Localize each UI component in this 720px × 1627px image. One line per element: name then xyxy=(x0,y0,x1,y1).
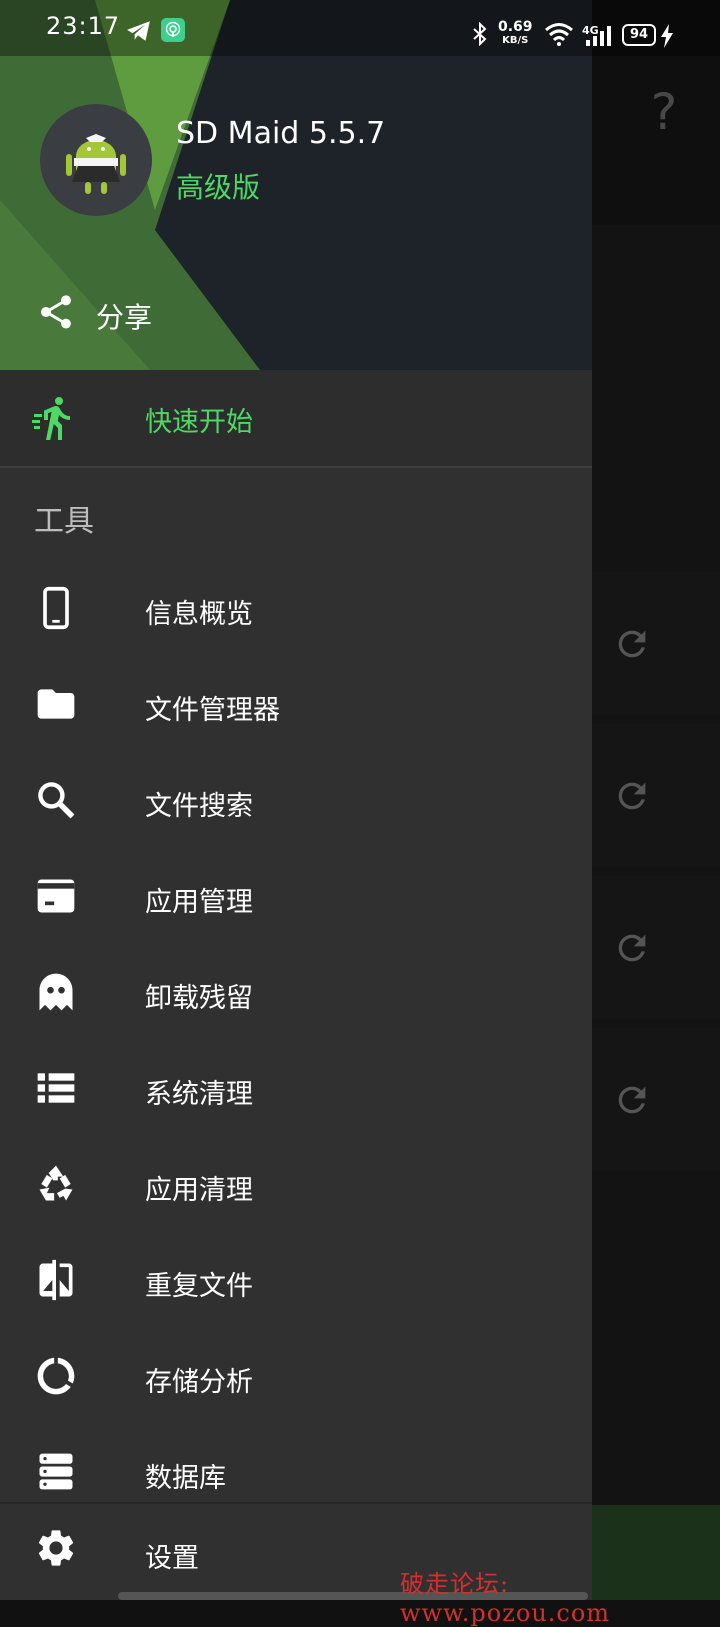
drawer-item-label: 系统清理 xyxy=(145,1079,253,1110)
drawer-item-duplicates[interactable]: 重复文件 xyxy=(0,1234,592,1330)
drawer-item-label: 卸载残留 xyxy=(145,983,253,1014)
app-box-icon xyxy=(37,879,75,913)
drawer-item-file-manager[interactable]: 文件管理器 xyxy=(0,658,592,754)
drawer-item-label: 应用管理 xyxy=(145,887,253,918)
list-icon xyxy=(37,1073,75,1103)
drawer-item-app-manager[interactable]: 应用管理 xyxy=(0,850,592,946)
drawer-item-app-cleaner[interactable]: 应用清理 xyxy=(0,1138,592,1234)
share-button[interactable]: 分享 xyxy=(36,290,236,338)
app-name: SD Maid 5.5.7 xyxy=(176,116,386,151)
signal-icon xyxy=(586,26,611,46)
drawer-item-system-cleaner[interactable]: 系统清理 xyxy=(0,1042,592,1138)
settings-label: 设置 xyxy=(145,1543,199,1574)
duplicate-icon xyxy=(39,1259,73,1301)
drawer-item-label: 重复文件 xyxy=(145,1271,253,1302)
app-tier-badge: 高级版 xyxy=(176,171,261,204)
share-label: 分享 xyxy=(96,301,153,334)
quick-start-label: 快速开始 xyxy=(145,407,253,438)
charging-icon xyxy=(661,24,673,48)
navigation-drawer: SD Maid 5.5.7 高级版 分享 快速开始 工具 信息概览 文件管理器 … xyxy=(0,0,592,1600)
status-bar: 23:17 0.69 KB/S 4G 94 xyxy=(0,0,720,56)
drawer-item-storage-analyzer[interactable]: 存储分析 xyxy=(0,1330,592,1426)
telegram-icon xyxy=(127,21,150,41)
watermark: 破走论坛: www.pozou.com xyxy=(400,1570,611,1627)
drawer-item-file-search[interactable]: 文件搜索 xyxy=(0,754,592,850)
drawer-item-label: 信息概览 xyxy=(145,599,253,630)
drawer-item-label: 文件搜索 xyxy=(145,791,253,822)
drawer-item-label: 存储分析 xyxy=(145,1367,253,1398)
divider xyxy=(0,466,592,468)
share-icon xyxy=(40,295,71,329)
app-avatar xyxy=(40,104,152,216)
database-icon xyxy=(39,1453,73,1490)
quick-start-item[interactable]: 快速开始 xyxy=(0,370,592,466)
network-speed: 0.69 KB/S xyxy=(498,20,533,48)
drawer-item-overview[interactable]: 信息概览 xyxy=(0,562,592,658)
speed-unit: KB/S xyxy=(502,35,529,46)
folder-icon xyxy=(37,689,75,719)
drawer-item-label: 数据库 xyxy=(145,1463,226,1494)
pie-icon xyxy=(37,1357,75,1395)
battery-level: 94 xyxy=(622,24,656,46)
app-notification-icon xyxy=(161,18,185,42)
phone-icon xyxy=(43,586,69,630)
speed-value: 0.69 xyxy=(498,19,533,35)
drawer-item-corpse-finder[interactable]: 卸载残留 xyxy=(0,946,592,1042)
ghost-icon xyxy=(39,973,73,1011)
drawer-item-label: 应用清理 xyxy=(145,1175,253,1206)
gear-icon xyxy=(38,1530,74,1566)
wifi-icon xyxy=(545,23,573,46)
recycle-icon xyxy=(39,1165,73,1201)
android-maid-icon xyxy=(66,134,126,194)
search-icon xyxy=(38,782,75,819)
drawer-item-label: 文件管理器 xyxy=(145,695,280,726)
status-time: 23:17 xyxy=(46,12,121,40)
section-title-tools: 工具 xyxy=(34,504,94,539)
bluetooth-icon xyxy=(473,22,487,46)
running-man-icon xyxy=(32,397,70,440)
